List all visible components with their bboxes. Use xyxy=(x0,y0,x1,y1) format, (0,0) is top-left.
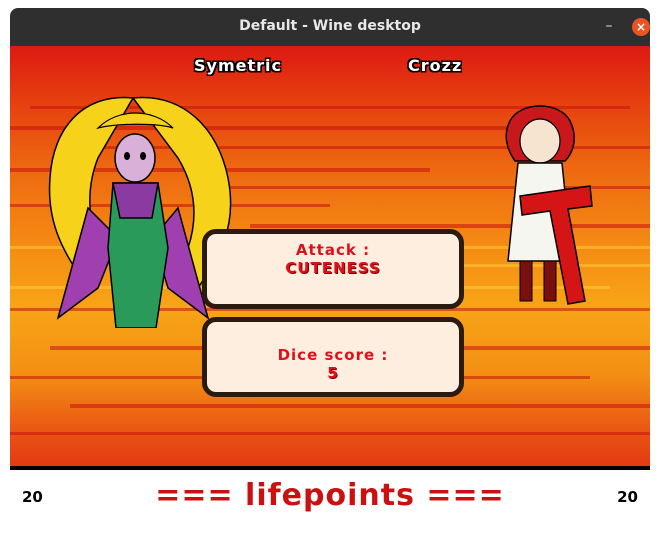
game-area: Symetric Crozz Attack : CUTENESS Dice sc… xyxy=(10,46,650,466)
attack-panel: Attack : CUTENESS xyxy=(202,229,464,309)
lifepoints-bar: 20 === lifepoints === 20 xyxy=(10,466,650,529)
minimize-button[interactable]: – xyxy=(600,18,618,36)
character-right-sprite[interactable] xyxy=(480,101,600,306)
dice-score-panel: Dice score : 5 xyxy=(202,317,464,397)
attack-label: Attack : xyxy=(295,241,371,259)
close-button[interactable]: × xyxy=(632,18,650,36)
player-2-name: Crozz xyxy=(408,56,463,75)
attack-value: CUTENESS xyxy=(285,259,381,277)
window-title: Default - Wine desktop xyxy=(239,18,421,34)
window-titlebar: Default - Wine desktop – × xyxy=(10,8,650,46)
dice-score-label: Dice score : xyxy=(277,346,389,364)
lifepoints-banner: === lifepoints === xyxy=(155,478,505,513)
player-2-lifepoints: 20 xyxy=(617,488,638,506)
dice-score-value: 5 xyxy=(327,364,339,382)
player-1-name: Symetric xyxy=(194,56,282,75)
